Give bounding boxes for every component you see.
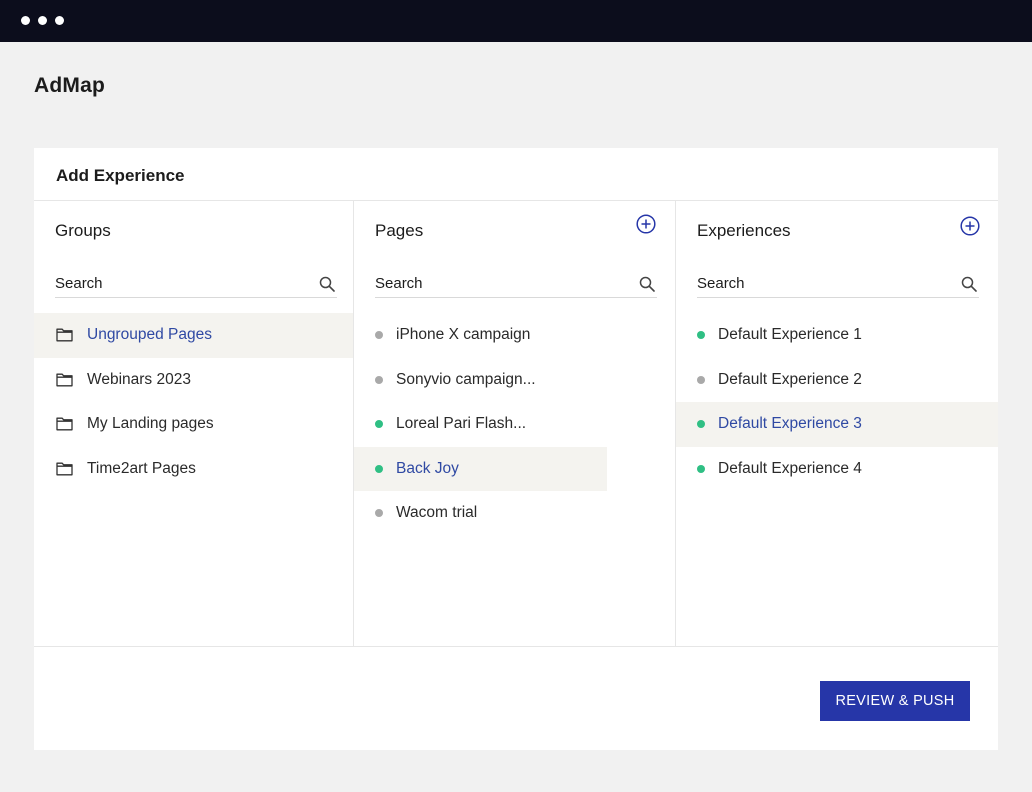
status-dot-icon xyxy=(375,375,383,384)
page-item[interactable]: Wacom trial xyxy=(354,491,675,536)
folder-icon xyxy=(56,417,73,431)
search-icon[interactable] xyxy=(639,276,655,292)
pages-search xyxy=(375,271,657,298)
experiences-search-input[interactable] xyxy=(697,271,947,295)
review-and-push-button[interactable]: REVIEW & PUSH xyxy=(820,681,970,721)
status-dot-icon xyxy=(375,464,383,473)
group-item[interactable]: Webinars 2023 xyxy=(34,358,353,403)
experience-item[interactable]: Default Experience 2 xyxy=(676,358,998,403)
page-item-label: Back Joy xyxy=(396,459,459,477)
search-icon[interactable] xyxy=(961,276,977,292)
page-item-label: Sonyvio campaign... xyxy=(396,370,536,388)
group-item[interactable]: Ungrouped Pages xyxy=(34,313,353,358)
card-footer: REVIEW & PUSH xyxy=(34,646,998,750)
experience-item-label: Default Experience 1 xyxy=(718,326,862,344)
page-item-label: Wacom trial xyxy=(396,504,478,522)
status-dot-icon xyxy=(697,331,705,340)
group-item-label: My Landing pages xyxy=(87,415,214,433)
experiences-title: Experiences xyxy=(697,221,791,240)
pages-search-input[interactable] xyxy=(375,271,625,295)
app-title: AdMap xyxy=(34,74,105,97)
group-item[interactable]: My Landing pages xyxy=(34,402,353,447)
page-item[interactable]: Loreal Pari Flash... xyxy=(354,402,675,447)
window-dot-icon[interactable] xyxy=(38,16,47,25)
experience-item[interactable]: Default Experience 3 xyxy=(676,402,998,447)
experiences-search xyxy=(697,271,979,298)
status-dot-icon xyxy=(697,375,705,384)
group-item-label: Ungrouped Pages xyxy=(87,326,212,344)
add-experience-icon[interactable] xyxy=(960,216,980,236)
pages-column: Pages iPhone X campaign Sonyvio campaign.… xyxy=(354,201,676,646)
status-dot-icon xyxy=(375,331,383,340)
card-header: Add Experience xyxy=(34,148,998,201)
experiences-column: Experiences Default Experience 1Default … xyxy=(676,201,998,646)
experience-item-label: Default Experience 2 xyxy=(718,370,862,388)
pages-list: iPhone X campaign Sonyvio campaign... Lore… xyxy=(354,313,675,536)
experience-item-label: Default Experience 4 xyxy=(718,459,862,477)
status-dot-icon xyxy=(375,509,383,518)
card-title: Add Experience xyxy=(56,166,185,185)
experience-item-label: Default Experience 3 xyxy=(718,415,862,433)
page-item[interactable]: Back Joy xyxy=(354,446,607,491)
pages-title: Pages xyxy=(375,221,424,240)
add-experience-card: Add Experience Groups Ungrouped Pages Web… xyxy=(34,148,998,750)
page-item[interactable]: iPhone X campaign xyxy=(354,313,675,358)
groups-title: Groups xyxy=(55,221,111,240)
add-page-icon[interactable] xyxy=(636,214,656,234)
folder-icon xyxy=(56,328,73,342)
status-dot-icon xyxy=(375,420,383,429)
window-titlebar xyxy=(0,0,1032,42)
groups-list: Ungrouped Pages Webinars 2023 My Landing p… xyxy=(34,313,353,491)
groups-column: Groups Ungrouped Pages Webinars 2023 My La… xyxy=(34,201,354,646)
window-dot-icon[interactable] xyxy=(55,16,64,25)
search-icon[interactable] xyxy=(319,276,335,292)
page-item-label: iPhone X campaign xyxy=(396,326,531,344)
experience-item[interactable]: Default Experience 1 xyxy=(676,313,998,358)
experience-item[interactable]: Default Experience 4 xyxy=(676,447,998,492)
groups-search-input[interactable] xyxy=(55,271,305,295)
folder-icon xyxy=(56,462,73,475)
group-item-label: Webinars 2023 xyxy=(87,370,191,388)
group-item-label: Time2art Pages xyxy=(87,459,196,477)
window-dot-icon[interactable] xyxy=(21,16,30,25)
status-dot-icon xyxy=(697,464,705,473)
folder-icon xyxy=(56,373,73,386)
experiences-list: Default Experience 1 Default Experience 2… xyxy=(676,313,998,491)
page-item-label: Loreal Pari Flash... xyxy=(396,415,527,433)
groups-search xyxy=(55,271,337,298)
status-dot-icon xyxy=(697,420,705,429)
group-item[interactable]: Time2art Pages xyxy=(34,447,353,492)
page-item[interactable]: Sonyvio campaign... xyxy=(354,358,675,403)
